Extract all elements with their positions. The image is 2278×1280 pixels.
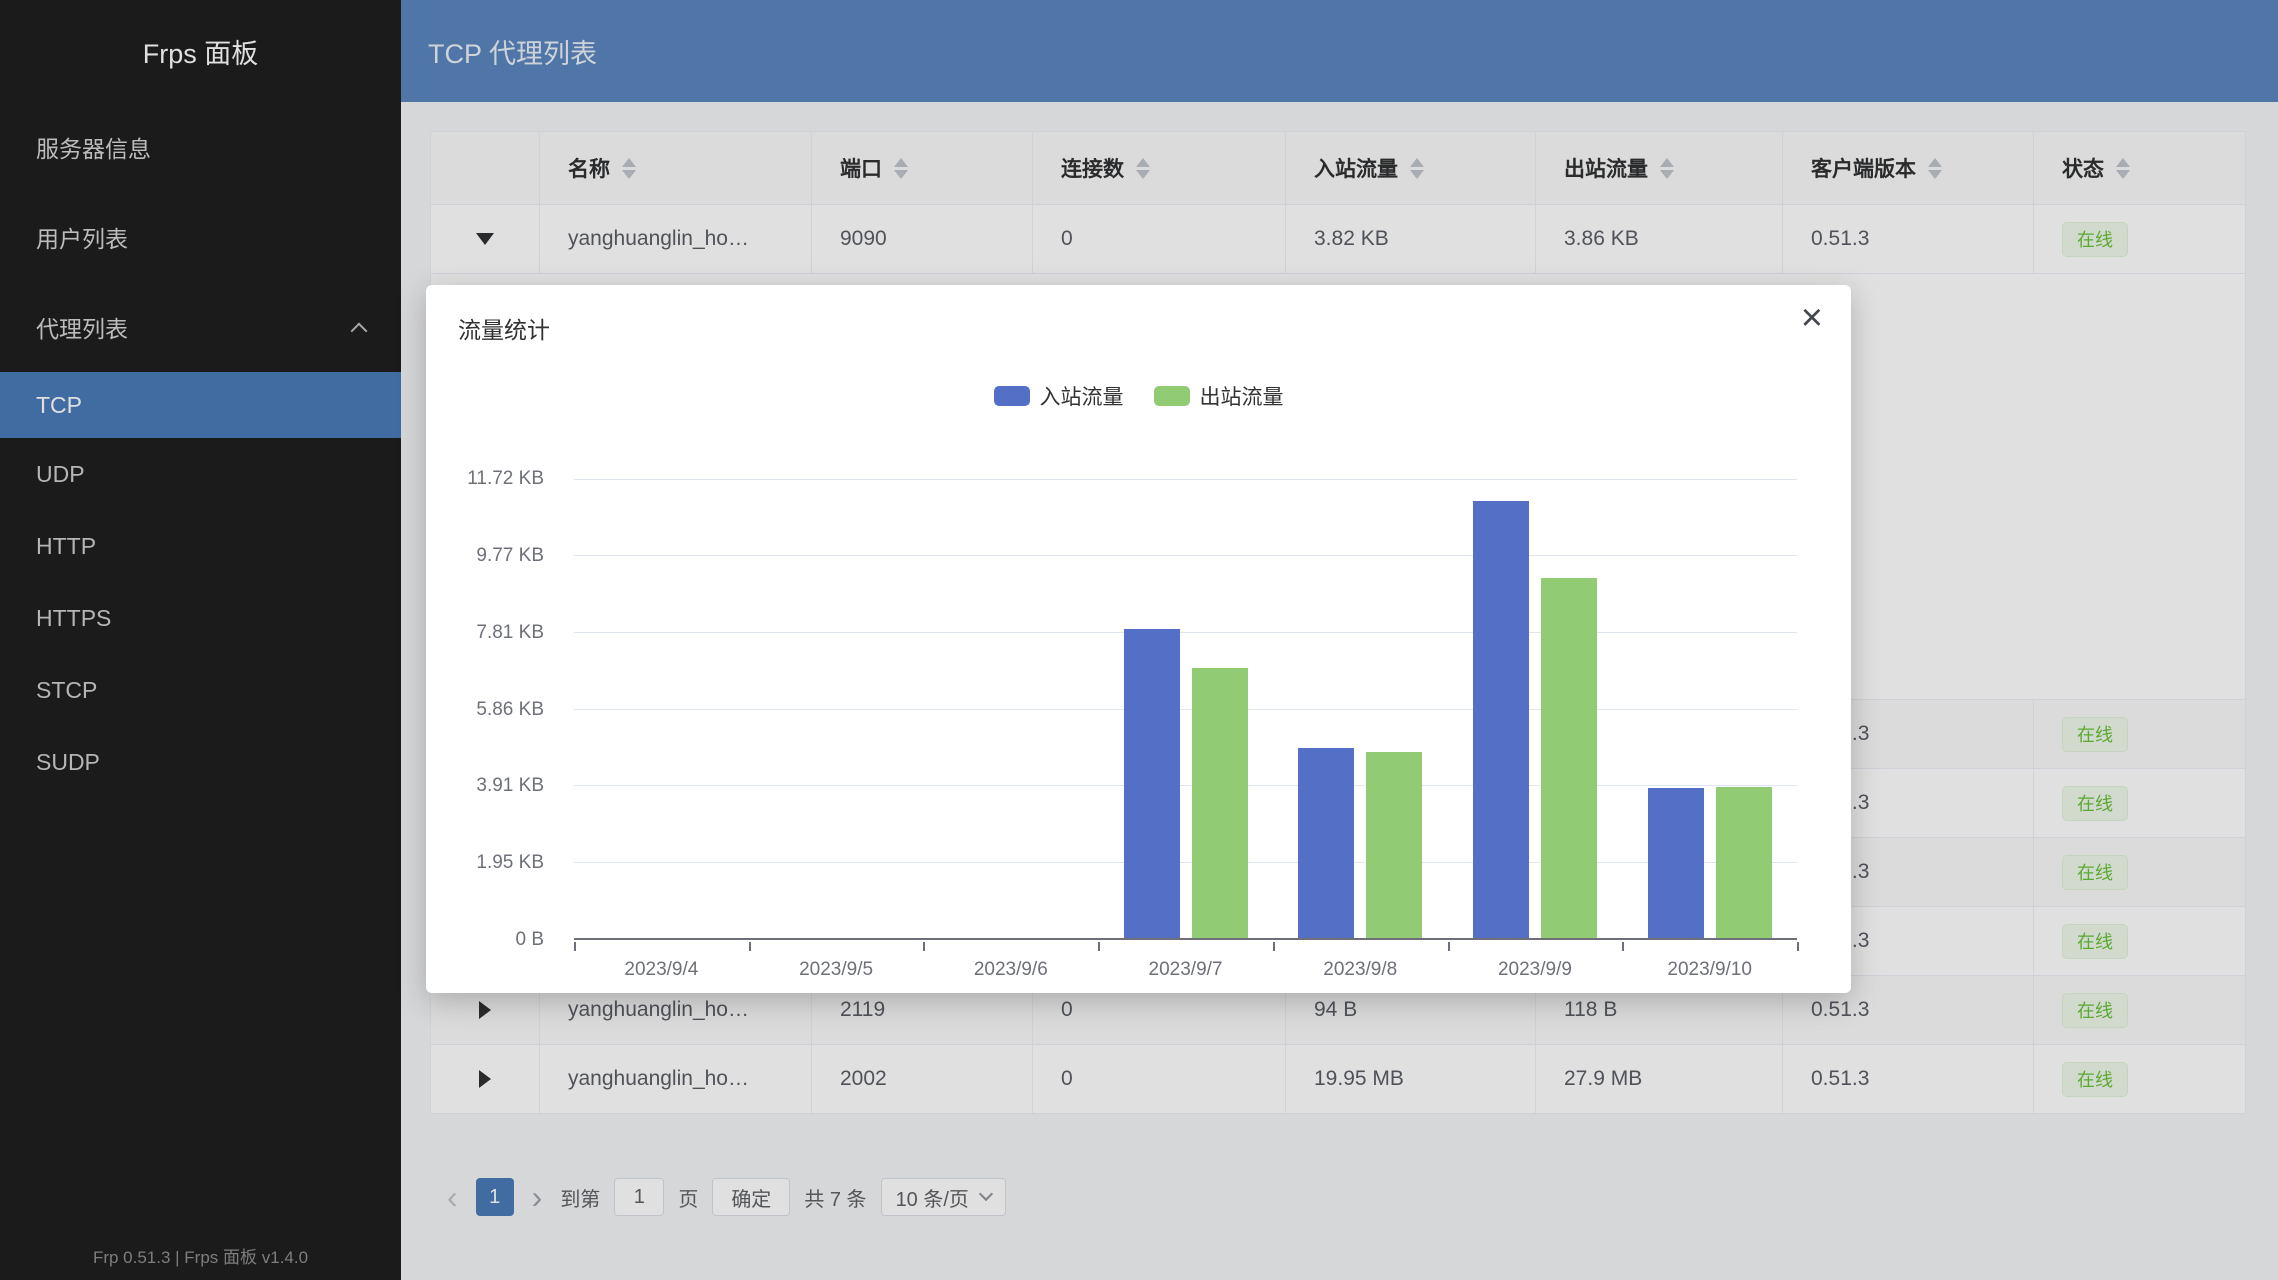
- modal-title: 流量统计: [458, 317, 550, 343]
- legend-swatch-icon: [1154, 386, 1190, 406]
- x-axis-tick-label: 2023/9/9: [1448, 959, 1623, 981]
- y-axis-tick-label: 3.91 KB: [476, 775, 544, 797]
- chart-category-group: [1622, 479, 1797, 938]
- chart-plot: [574, 479, 1797, 940]
- chart-category-group: [574, 479, 749, 938]
- bar-出站流量: [1192, 668, 1248, 938]
- x-axis-tick: [923, 942, 925, 951]
- close-icon[interactable]: ×: [1801, 299, 1823, 337]
- traffic-stats-modal: 流量统计 × 入站流量出站流量 11.72 KB9.77 KB7.81 KB5.…: [426, 285, 1851, 993]
- legend-label: 出站流量: [1200, 381, 1284, 411]
- y-axis-tick-label: 0 B: [515, 929, 544, 951]
- x-axis-tick-label: 2023/9/5: [749, 959, 924, 981]
- x-axis-tick-label: 2023/9/4: [574, 959, 749, 981]
- bar-入站流量: [1473, 501, 1529, 938]
- bar-入站流量: [1124, 629, 1180, 938]
- x-axis-tick: [574, 942, 576, 951]
- bar-入站流量: [1298, 748, 1354, 938]
- chart-category-group: [923, 479, 1098, 938]
- chart-x-ticks: [574, 942, 1797, 952]
- x-axis-tick: [1448, 942, 1450, 951]
- chart-legend: 入站流量出站流量: [426, 385, 1851, 407]
- x-axis-tick-label: 2023/9/6: [923, 959, 1098, 981]
- chart-bars: [574, 479, 1797, 938]
- chart-category-group: [1448, 479, 1623, 938]
- bar-出站流量: [1366, 752, 1422, 938]
- x-axis-tick: [1797, 942, 1799, 951]
- x-axis-tick: [1273, 942, 1275, 951]
- x-axis-tick-label: 2023/9/8: [1273, 959, 1448, 981]
- chart-category-group: [749, 479, 924, 938]
- x-axis-tick: [1622, 942, 1624, 951]
- y-axis-tick-label: 9.77 KB: [476, 545, 544, 567]
- bar-入站流量: [1648, 788, 1704, 938]
- x-axis-tick: [1098, 942, 1100, 951]
- x-axis-tick-label: 2023/9/7: [1098, 959, 1273, 981]
- chart-category-group: [1098, 479, 1273, 938]
- traffic-chart: 11.72 KB9.77 KB7.81 KB5.86 KB3.91 KB1.95…: [426, 479, 1851, 999]
- y-axis-tick-label: 5.86 KB: [476, 699, 544, 721]
- chart-y-axis: 11.72 KB9.77 KB7.81 KB5.86 KB3.91 KB1.95…: [426, 479, 556, 940]
- x-axis-tick-label: 2023/9/10: [1622, 959, 1797, 981]
- x-axis-tick: [749, 942, 751, 951]
- legend-swatch-icon: [994, 386, 1030, 406]
- chart-x-labels: 2023/9/42023/9/52023/9/62023/9/72023/9/8…: [574, 959, 1797, 981]
- legend-item[interactable]: 入站流量: [994, 381, 1124, 411]
- chart-category-group: [1273, 479, 1448, 938]
- modal-header: 流量统计 ×: [426, 285, 1851, 345]
- bar-出站流量: [1541, 578, 1597, 938]
- y-axis-tick-label: 7.81 KB: [476, 622, 544, 644]
- legend-label: 入站流量: [1040, 381, 1124, 411]
- y-axis-tick-label: 1.95 KB: [476, 852, 544, 874]
- y-axis-tick-label: 11.72 KB: [467, 468, 544, 490]
- bar-出站流量: [1716, 787, 1772, 938]
- legend-item[interactable]: 出站流量: [1154, 381, 1284, 411]
